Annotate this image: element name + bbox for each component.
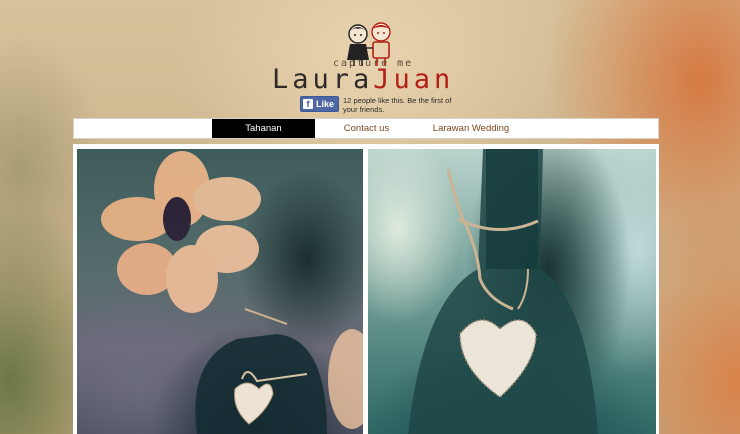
gallery-photo-bottle-tag[interactable]	[368, 149, 656, 434]
nav-item-tahanan[interactable]: Tahanan	[212, 119, 315, 138]
facebook-like-widget: f Like 12 people like this. Be the first…	[300, 96, 463, 114]
facebook-like-button[interactable]: f Like	[300, 96, 340, 112]
photo-gallery	[73, 144, 659, 434]
logo-name-juan: Juan	[373, 64, 455, 95]
nav-item-larawan-wedding[interactable]: Larawan Wedding	[418, 119, 524, 138]
logo-name-laura: Laura	[272, 64, 374, 95]
facebook-like-label: Like	[316, 99, 335, 109]
facebook-icon: f	[303, 99, 313, 109]
site-logo[interactable]: LauraJuan	[272, 65, 454, 95]
gallery-photo-flower-bottle[interactable]	[77, 149, 363, 434]
bottle-tag-illustration	[408, 149, 598, 434]
facebook-like-count-text: 12 people like this. Be the first of you…	[343, 96, 452, 114]
nav-item-contact-us[interactable]: Contact us	[315, 119, 418, 138]
main-navigation: Tahanan Contact us Larawan Wedding	[73, 118, 659, 139]
flower-bottle-illustration	[101, 151, 363, 434]
site-header: capture me LauraJuan f Like 12 people li…	[0, 0, 740, 118]
